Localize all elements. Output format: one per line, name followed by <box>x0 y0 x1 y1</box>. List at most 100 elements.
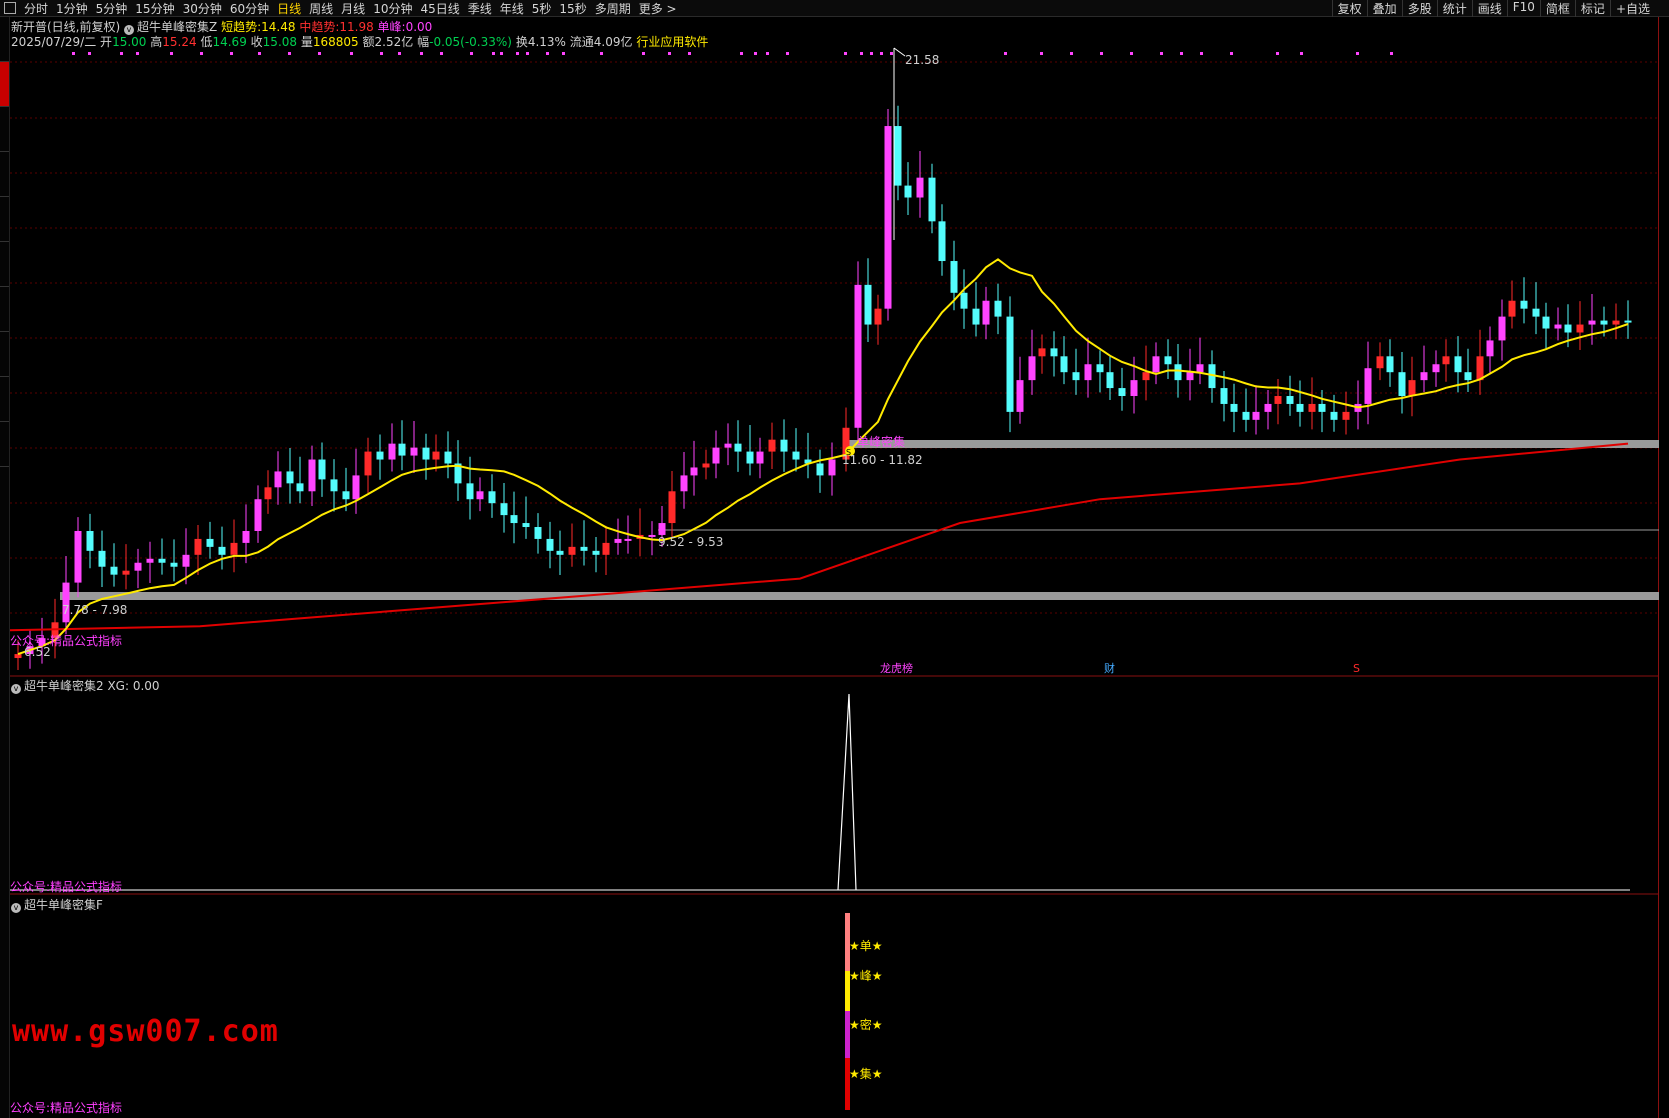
candle <box>680 451 688 509</box>
side-tab-7[interactable] <box>0 287 9 332</box>
period-tab-5[interactable]: 60分钟 <box>230 0 269 17</box>
top-dot-16 <box>492 52 495 55</box>
candle <box>1308 377 1316 430</box>
period-tab-8[interactable]: 月线 <box>341 0 365 17</box>
quote-info-line: 2025/07/29/二 开15.00 高15.24 低14.69 收15.08… <box>11 33 708 50</box>
candle <box>194 525 202 576</box>
side-tab-9[interactable] <box>0 377 9 422</box>
close-value: 15.08 <box>262 35 298 49</box>
tool-button-6[interactable]: 简框 <box>1539 0 1575 17</box>
candle <box>74 517 82 598</box>
side-tab-6[interactable] <box>0 242 9 287</box>
candle <box>1498 299 1506 361</box>
candle <box>658 505 666 547</box>
site-watermark: www.gsw007.com <box>12 1014 279 1049</box>
period-tab-9[interactable]: 10分钟 <box>373 0 412 17</box>
top-dot-26 <box>740 52 743 55</box>
tool-button-3[interactable]: 统计 <box>1436 0 1472 17</box>
sub2-settings-icon[interactable]: v <box>11 903 21 913</box>
kline-chart[interactable]: S 21.58 6.52 11.60 - 11.82 9.52 - 9.53 7… <box>0 0 1669 1118</box>
candle <box>928 163 936 234</box>
right-scroll-strip[interactable] <box>1658 17 1669 1118</box>
period-tab-4[interactable]: 30分钟 <box>183 0 222 17</box>
candle <box>1242 388 1250 432</box>
candle <box>1398 351 1406 414</box>
period-tab-7[interactable]: 周线 <box>309 0 333 17</box>
volume-value: 168805 <box>312 35 359 49</box>
indicator-name: 超牛单峰密集Z <box>137 20 218 34</box>
period-tab-6[interactable]: 日线 <box>277 0 301 17</box>
industry-label: 行业应用软件 <box>636 35 709 49</box>
candle <box>510 491 518 544</box>
side-tab-5[interactable] <box>0 197 9 242</box>
turnover-label: 换 <box>515 35 528 49</box>
period-tab-16[interactable]: 更多 > <box>639 0 677 17</box>
candle <box>746 424 754 476</box>
tool-button-1[interactable]: 叠加 <box>1366 0 1402 17</box>
sub1-title-text: 超牛单峰密集2 XG: 0.00 <box>24 679 160 693</box>
period-tab-14[interactable]: 15秒 <box>559 0 586 17</box>
candle <box>1318 390 1326 433</box>
side-tab-4[interactable] <box>0 152 9 197</box>
candle <box>1208 350 1216 403</box>
candle <box>1508 280 1516 329</box>
peak-label: 单峰: <box>377 20 406 34</box>
candle <box>308 445 316 506</box>
candle <box>724 423 732 466</box>
side-tab-1[interactable] <box>0 17 9 62</box>
tool-button-0[interactable]: 复权 <box>1331 0 1367 17</box>
period-tab-10[interactable]: 45日线 <box>420 0 459 17</box>
top-dot-37 <box>1070 52 1073 55</box>
main-watermark: 公众号:精品公式指标 <box>10 634 123 648</box>
sub1-settings-icon[interactable]: v <box>11 684 21 694</box>
period-tab-15[interactable]: 多周期 <box>595 0 631 17</box>
tool-button-5[interactable]: F10 <box>1506 0 1540 17</box>
tool-button-4[interactable]: 画线 <box>1471 0 1507 17</box>
side-tab-3[interactable] <box>0 107 9 152</box>
candle <box>376 434 384 480</box>
top-dot-39 <box>1130 52 1133 55</box>
candle <box>668 471 676 538</box>
candle <box>624 515 632 554</box>
period-tab-3[interactable]: 15分钟 <box>135 0 174 17</box>
period-tab-2[interactable]: 5分钟 <box>96 0 128 17</box>
mid-trend-value: 11.98 <box>339 20 374 34</box>
candle <box>432 434 440 472</box>
side-tab-10[interactable] <box>0 422 9 467</box>
candlestick-series <box>14 105 1632 670</box>
candle <box>1050 331 1058 377</box>
side-tab-2[interactable] <box>0 62 9 107</box>
candle <box>1612 303 1620 340</box>
period-tab-0[interactable]: 分时 <box>24 0 48 17</box>
low-label: 低 <box>200 35 213 49</box>
period-tab-1[interactable]: 1分钟 <box>56 0 88 17</box>
side-tab-8[interactable] <box>0 332 9 377</box>
period-tab-12[interactable]: 年线 <box>500 0 524 17</box>
tool-button-7[interactable]: 标记 <box>1574 0 1610 17</box>
candle <box>488 474 496 518</box>
period-tab-11[interactable]: 季线 <box>468 0 492 17</box>
candle <box>410 421 418 474</box>
tool-button-2[interactable]: 多股 <box>1401 0 1437 17</box>
window-menu-icon[interactable] <box>4 2 16 14</box>
candle <box>894 105 902 201</box>
period-tab-13[interactable]: 5秒 <box>532 0 552 17</box>
top-dot-15 <box>470 52 473 55</box>
candle <box>1532 282 1540 335</box>
candle <box>982 286 990 340</box>
band-mid-label: 9.52 - 9.53 <box>658 535 723 549</box>
top-dot-42 <box>1200 52 1203 55</box>
candle <box>916 151 924 218</box>
candle <box>1096 350 1104 393</box>
candle <box>1600 306 1608 337</box>
signal-label: 单峰密集 <box>857 434 905 449</box>
candle <box>1264 390 1272 430</box>
candle <box>1408 356 1416 417</box>
candle <box>1072 348 1080 395</box>
candle <box>1130 356 1138 414</box>
candle <box>1576 301 1584 350</box>
tool-button-8[interactable]: +自选 <box>1609 0 1655 17</box>
candle <box>1624 300 1632 339</box>
top-dot-45 <box>1300 52 1303 55</box>
candle <box>170 539 178 582</box>
